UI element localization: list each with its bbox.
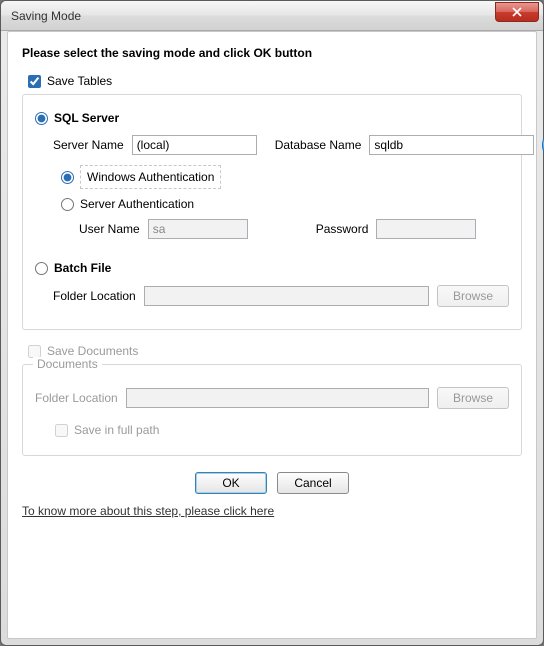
user-name-input <box>148 219 248 239</box>
user-pass-row: User Name Password <box>79 219 509 239</box>
saving-mode-dialog: Saving Mode Please select the saving mod… <box>0 0 544 646</box>
server-auth-radio[interactable] <box>61 198 74 211</box>
save-documents-row: Save Documents <box>28 344 522 358</box>
save-documents-label: Save Documents <box>47 344 138 358</box>
windows-auth-radio[interactable] <box>61 171 74 184</box>
documents-browse-button: Browse <box>437 387 509 409</box>
window-title: Saving Mode <box>11 9 495 23</box>
documents-fieldset: Documents Folder Location Browse Save in… <box>22 364 522 456</box>
documents-folder-input <box>126 388 429 408</box>
documents-folder-row: Folder Location Browse <box>35 387 509 409</box>
save-tables-label: Save Tables <box>47 74 112 88</box>
server-db-row: Server Name Database Name ? <box>53 135 509 155</box>
password-label: Password <box>316 222 369 236</box>
database-name-label: Database Name <box>275 138 362 152</box>
batch-file-row: Batch File <box>35 261 509 275</box>
sql-server-block: Server Name Database Name ? Windows Auth… <box>53 135 509 239</box>
close-button[interactable] <box>495 2 539 22</box>
password-input <box>376 219 476 239</box>
batch-browse-button: Browse <box>437 285 509 307</box>
save-documents-checkbox <box>28 345 41 358</box>
batch-file-radio[interactable] <box>35 262 48 275</box>
ok-button[interactable]: OK <box>195 472 267 494</box>
server-name-input[interactable] <box>132 135 257 155</box>
close-icon <box>512 7 522 17</box>
content-area: Please select the saving mode and click … <box>7 31 537 639</box>
database-name-input[interactable] <box>369 135 534 155</box>
batch-file-label: Batch File <box>54 261 111 275</box>
documents-folder-label: Folder Location <box>35 391 118 405</box>
batch-folder-row: Folder Location Browse <box>53 285 509 307</box>
batch-folder-label: Folder Location <box>53 289 136 303</box>
sql-server-radio[interactable] <box>35 112 48 125</box>
sql-server-row: SQL Server <box>35 111 509 125</box>
dialog-buttons: OK Cancel <box>22 472 522 494</box>
windows-auth-label: Windows Authentication <box>80 165 221 189</box>
server-auth-row: Server Authentication <box>61 197 509 211</box>
batch-folder-input <box>144 286 429 306</box>
footer-help-link[interactable]: To know more about this step, please cli… <box>22 504 274 518</box>
documents-legend: Documents <box>33 357 102 371</box>
windows-auth-row: Windows Authentication <box>61 165 509 189</box>
cancel-button[interactable]: Cancel <box>277 472 349 494</box>
auth-block: Windows Authentication Server Authentica… <box>61 165 509 239</box>
save-tables-checkbox[interactable] <box>28 75 41 88</box>
sql-server-label: SQL Server <box>54 111 119 125</box>
save-full-path-label: Save in full path <box>74 423 159 437</box>
save-tables-fieldset: SQL Server Server Name Database Name ? W… <box>22 94 522 330</box>
save-full-path-checkbox <box>55 424 68 437</box>
user-name-label: User Name <box>79 222 140 236</box>
instruction-heading: Please select the saving mode and click … <box>22 46 522 60</box>
titlebar: Saving Mode <box>1 1 543 31</box>
save-tables-row: Save Tables <box>28 74 522 88</box>
save-full-path-row: Save in full path <box>55 423 509 437</box>
server-name-label: Server Name <box>53 138 124 152</box>
server-auth-label: Server Authentication <box>80 197 194 211</box>
